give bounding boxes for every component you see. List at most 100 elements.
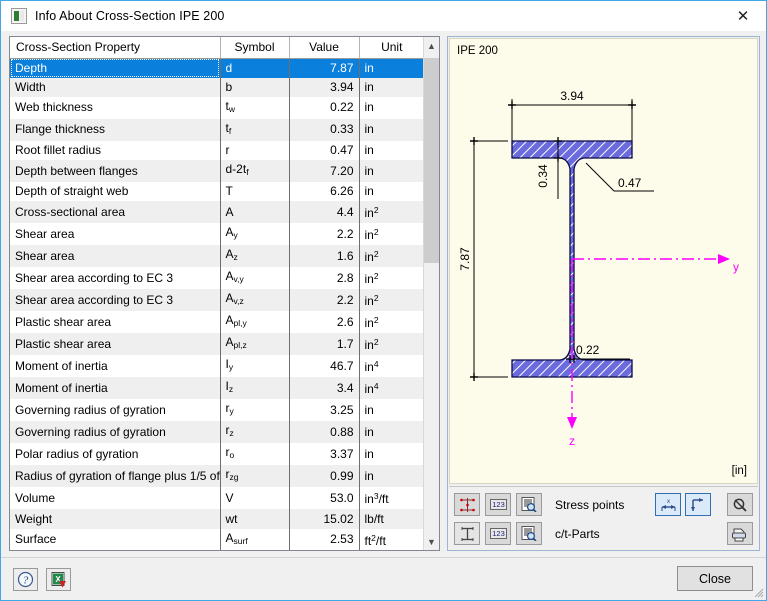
table-row[interactable]: Radius of gyration of flange plus 1/5 of… [10,465,424,488]
print-icon[interactable] [727,522,753,545]
cell-unit: in2 [359,289,424,312]
table-row[interactable]: Depth d 7.87 in [10,58,424,78]
excel-export-icon[interactable]: X [46,568,71,591]
cell-unit: in [359,465,424,488]
scroll-up-arrow-icon[interactable]: ▲ [424,37,439,54]
dimension-lines-icon[interactable] [454,493,480,516]
table-row[interactable]: Weight wt 15.02 lb/ft [10,509,424,529]
table-row[interactable]: Plastic shear area Apl,z 1.7 in2 [10,333,424,356]
resize-grip-icon[interactable] [752,586,764,598]
table-row[interactable]: Shear area according to EC 3 Av,y 2.8 in2 [10,267,424,290]
dialog-body: Cross-Section Property Symbol Value Unit… [1,31,766,556]
cell-property: Moment of inertia [10,355,221,378]
table-vertical-scrollbar[interactable]: ▲ ▼ [423,37,439,550]
cell-value: 0.47 [289,140,360,161]
table-row[interactable]: Depth between flanges d-2tf 7.20 in [10,160,424,183]
stress-points-label: Stress points [555,497,625,512]
cell-value: 0.99 [289,465,360,488]
cell-unit: in2 [364,227,379,243]
cell-property: Shear area [10,245,221,268]
cell-property: Cross-sectional area [10,201,221,224]
cell-property: Shear area according to EC 3 [10,289,221,312]
angle-dimension-icon[interactable] [685,493,711,516]
cell-value: 46.7 [289,355,360,378]
table-row[interactable]: Governing radius of gyration rz 0.88 in [10,421,424,444]
cell-value: 4.4 [289,201,360,224]
window-title-bar: Info About Cross-Section IPE 200 ✕ [1,1,766,31]
cell-symbol: d-2tf [220,160,290,183]
cell-value: 3.94 [289,77,360,97]
svg-text:123: 123 [492,500,505,509]
cell-property: Plastic shear area [10,311,221,334]
cell-symbol: rzg [220,465,290,488]
table-row[interactable]: Moment of inertia Iy 46.7 in4 [10,355,424,378]
section-outline-icon[interactable] [454,522,480,545]
properties-table: Cross-Section Property Symbol Value Unit… [10,37,424,550]
table-row[interactable]: Shear area Az 1.6 in2 [10,245,424,268]
cell-value: 2.6 [289,311,360,334]
cell-symbol: wt [220,509,290,529]
cell-property: Width [10,77,221,97]
numbering-icon[interactable]: 123 [485,522,511,545]
svg-text:123: 123 [492,529,505,538]
table-row[interactable]: Depth of straight web T 6.26 in [10,182,424,202]
dialog-footer: ? X Close [1,557,766,600]
scroll-down-arrow-icon[interactable]: ▼ [424,533,439,550]
help-icon[interactable]: ? [13,568,38,591]
table-row[interactable]: Flange thickness tf 0.33 in [10,118,424,141]
list-zoom-icon[interactable] [516,493,542,516]
zoom-reset-icon[interactable] [727,493,753,516]
cell-unit: in2 [359,201,424,224]
cell-property: Surface [10,528,221,550]
cell-value: 7.20 [289,160,360,183]
scrollbar-track[interactable] [424,54,439,533]
cell-unit: in2 [364,271,379,287]
column-header-value[interactable]: Value [289,37,360,59]
table-row[interactable]: Web thickness tw 0.22 in [10,96,424,119]
cell-value: 2.2 [289,289,360,312]
toolbar-row-ct-parts: 123 c/t-Parts [454,520,753,547]
table-row[interactable]: Shear area according to EC 3 Av,z 2.2 in2 [10,289,424,312]
cell-property: Radius of gyration of flange plus 1/5 of… [10,465,221,488]
diagram-canvas[interactable]: IPE 200 [in] 3.94 7.87 0.34 0.47 0.22 y … [449,38,758,484]
scrollbar-thumb[interactable] [424,58,439,263]
cell-property: Web thickness [10,96,221,119]
cell-value: 0.22 [289,96,360,119]
cell-symbol: Ay [220,223,290,246]
table-row[interactable]: Plastic shear area Apl,y 2.6 in2 [10,311,424,334]
cell-symbol: r [220,140,290,161]
numbering-icon[interactable]: 123 [485,493,511,516]
table-row[interactable]: Root fillet radius r 0.47 in [10,140,424,161]
table-row[interactable]: Moment of inertia Iz 3.4 in4 [10,377,424,400]
cell-property: Shear area [10,223,221,246]
cell-unit: in [364,142,374,157]
table-row[interactable]: Governing radius of gyration ry 3.25 in [10,399,424,422]
column-header-unit[interactable]: Unit [359,37,424,59]
table-row[interactable]: Surface Asurf 2.53 ft2/ft [10,528,424,550]
table-row[interactable]: Width b 3.94 in [10,77,424,97]
dim-depth-text: 7.87 [458,247,472,271]
window-close-button[interactable]: ✕ [720,1,766,31]
x-dimension-icon[interactable]: x [655,493,681,516]
cell-symbol: V [220,487,290,510]
cell-symbol: Iz [220,377,290,400]
cell-unit: in [359,58,424,78]
column-header-symbol[interactable]: Symbol [220,37,290,59]
column-header-property[interactable]: Cross-Section Property [10,37,221,59]
ipe-section-drawing: 3.94 7.87 0.34 0.47 0.22 y z [450,39,757,483]
table-row[interactable]: Polar radius of gyration ro 3.37 in [10,443,424,466]
cell-property: Root fillet radius [10,140,221,161]
cell-property: Governing radius of gyration [10,399,221,422]
cell-symbol: d [220,58,290,78]
cell-unit: in2 [359,245,424,268]
table-row[interactable]: Volume V 53.0 in3/ft [10,487,424,510]
dim-fillet-radius-text: 0.47 [618,176,642,190]
cell-value: 3.37 [289,443,360,466]
table-row[interactable]: Shear area Ay 2.2 in2 [10,223,424,246]
close-button[interactable]: Close [677,566,753,591]
cell-value: 3.4 [289,377,360,400]
cell-symbol: Iy [220,355,290,378]
table-row[interactable]: Cross-sectional area A 4.4 in2 [10,201,424,224]
cell-value: 0.88 [289,421,360,444]
list-zoom-icon[interactable] [516,522,542,545]
